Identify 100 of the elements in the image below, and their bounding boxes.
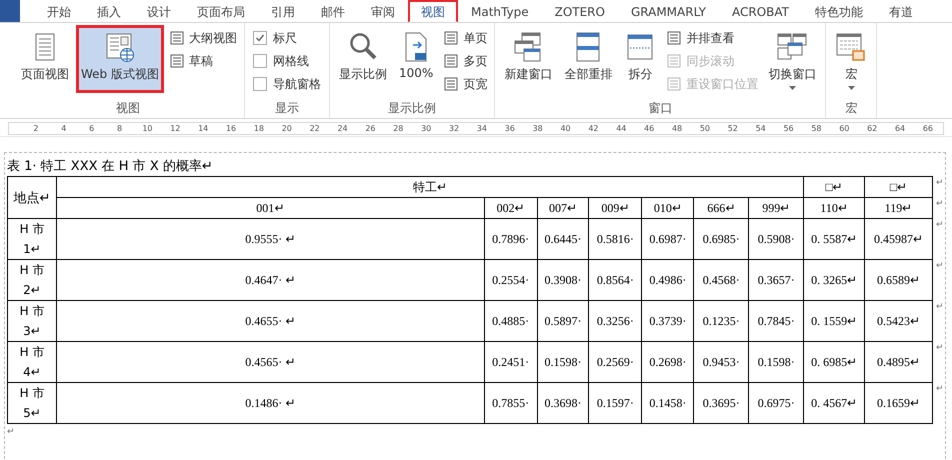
view-icon — [666, 54, 682, 68]
table-cell: 0. 5587↵ — [804, 218, 864, 260]
paragraph-mark: ↵ — [7, 426, 16, 436]
ruler-number: 2 — [32, 123, 40, 134]
ruler-number: 46 — [643, 123, 656, 134]
table-cell: 0.1235· — [694, 300, 749, 342]
ruler-number: 6 — [88, 123, 96, 134]
ruler-number: 4 — [60, 123, 68, 134]
ribbon-button[interactable]: 新建窗口 — [499, 25, 558, 88]
ribbon-small-button[interactable]: 多页 — [440, 50, 490, 72]
ruler-number: 42 — [587, 123, 600, 134]
row-end-mark: ↵ — [932, 218, 944, 260]
header-cell: 666↵ — [694, 198, 749, 218]
group-label: 窗口 — [647, 101, 674, 117]
ruler-number: 52 — [726, 123, 739, 134]
ruler-number: 26 — [364, 123, 377, 134]
header-cell: 110↵ — [804, 198, 864, 218]
ruler-number: 20 — [280, 123, 293, 134]
table-cell: 0.1598· — [537, 342, 589, 382]
ribbon-button[interactable]: Web 版式视图 — [76, 25, 164, 93]
table-cell: 0.9555· ↵ — [56, 218, 484, 260]
header-cell: 007↵ — [537, 198, 589, 218]
header-cell: □↵ — [804, 176, 864, 198]
table-cell: 0.6985· — [694, 218, 749, 260]
ruler-number: 30 — [420, 123, 432, 134]
header-cell: 特工↵ — [56, 176, 804, 198]
table-cell: H 市 4↵ — [8, 342, 56, 382]
ribbon-small-button[interactable]: 并排查看 — [663, 27, 762, 49]
ruler-number: 40 — [559, 123, 572, 134]
table-cell: 0.4655· ↵ — [56, 300, 484, 342]
ruler-number: 66 — [922, 123, 934, 134]
table-cell: H 市 5↵ — [8, 382, 56, 424]
ruler-number: 22 — [308, 123, 321, 134]
table-cell: 0.3256· — [588, 300, 642, 342]
table-cell: 0.5816· — [588, 218, 642, 260]
checkbox[interactable] — [252, 77, 267, 91]
table-cell: 0.9453· — [694, 342, 749, 382]
ruler-number: 44 — [615, 123, 628, 134]
ribbon-button[interactable]: 切换窗口 — [763, 25, 822, 95]
view-icon — [443, 77, 460, 91]
table-cell: 0.45987↵ — [864, 218, 932, 260]
ribbon-button[interactable]: 宏 — [830, 25, 872, 95]
header-cell: 010↵ — [642, 198, 694, 218]
table-cell: 0.7845· — [748, 300, 804, 342]
check-icon — [254, 33, 265, 43]
ruler-number: 60 — [838, 123, 850, 134]
table-cell: 0.7896· — [484, 218, 538, 260]
group-label: 宏 — [844, 101, 858, 117]
ribbon-tab[interactable]: 视图 — [408, 0, 458, 22]
ruler-number: 58 — [810, 123, 823, 134]
checkbox[interactable] — [252, 31, 267, 45]
view-icon — [443, 31, 460, 45]
ribbon-small-button[interactable]: 草稿 — [166, 50, 240, 72]
group-label: 显示 — [274, 101, 300, 117]
ribbon-button[interactable]: 页面视图 — [16, 25, 74, 88]
header-cell: 002↵ — [484, 198, 538, 218]
table-cell: 0.3908· — [537, 260, 589, 300]
ribbon-small-button[interactable]: 页宽 — [440, 73, 490, 95]
checkbox-label: 导航窗格 — [272, 76, 321, 92]
macro-icon — [835, 31, 868, 63]
table-cell: 0. 1559↵ — [804, 300, 864, 342]
ribbon-button[interactable]: 全部重排 — [559, 25, 618, 88]
header-cell: 001↵ — [56, 198, 484, 218]
table-cell: 0.6445· — [537, 218, 589, 260]
view-icon — [666, 31, 682, 45]
checkbox-label: 网格线 — [272, 52, 309, 70]
checkbox[interactable] — [252, 54, 267, 68]
table-cell: 0.2698· — [642, 342, 694, 382]
caret-icon — [848, 86, 855, 90]
table-cell: 0.2451· — [484, 342, 538, 382]
row-end-mark: ↵ — [932, 176, 944, 198]
view-icon — [168, 31, 185, 45]
group-label: 视图 — [114, 101, 141, 117]
table-cell: 0.4565· ↵ — [56, 342, 484, 382]
table-cell: 0.5897· — [537, 300, 589, 342]
caret-icon — [788, 86, 796, 90]
ribbon-small-button[interactable]: 单页 — [440, 27, 490, 49]
ruler-number: 28 — [392, 123, 404, 134]
ruler-number: 50 — [698, 123, 712, 134]
table-cell: 0.3695· — [694, 382, 749, 424]
ruler-number: 24 — [336, 123, 349, 134]
table-cell: 0.7855· — [484, 382, 538, 424]
table-cell: 0.8564· — [588, 260, 642, 300]
ribbon-button[interactable]: 显示比例 — [334, 25, 392, 88]
row-end-mark: ↵ — [932, 260, 944, 300]
table-cell: 0. 4567↵ — [804, 382, 864, 424]
table-cell: 0.1659↵ — [864, 382, 932, 424]
table-cell: 0.1486· ↵ — [56, 382, 484, 424]
ruler-number: 56 — [782, 123, 795, 134]
table-cell: 0.4986· — [642, 260, 694, 300]
table-caption: 表 1· 特工 XXX 在 H 市 X 的概率↵ — [7, 159, 214, 175]
ribbon-button[interactable]: 拆分 — [619, 25, 662, 88]
ruler-number: 38 — [532, 123, 544, 134]
header-cell: 009↵ — [588, 198, 642, 218]
table-cell: 0.3739· — [642, 300, 694, 342]
ribbon-button[interactable]: 100% — [394, 25, 438, 85]
table-cell: 0.6589↵ — [864, 260, 932, 300]
ribbon-small-button[interactable]: 大纲视图 — [166, 27, 240, 49]
view-icon — [443, 54, 460, 68]
table-cell: 0.3698· — [537, 382, 589, 424]
